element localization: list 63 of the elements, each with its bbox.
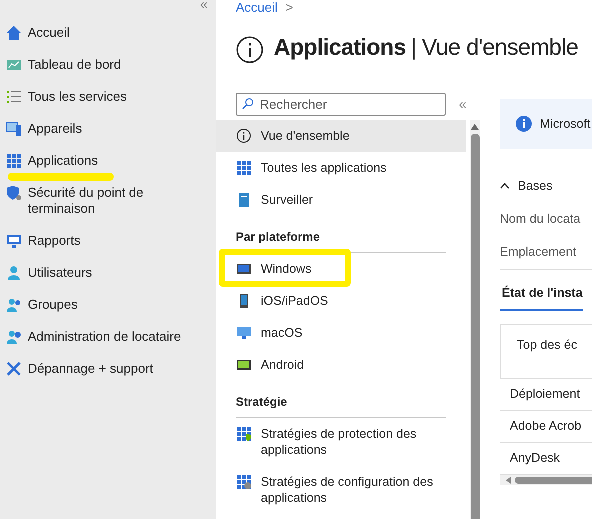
field-label: Emplacement	[500, 244, 578, 261]
title-separator: |	[411, 32, 417, 62]
sidebar-item[interactable]: Appareils	[0, 113, 216, 145]
card-title: Top des éc	[517, 338, 578, 352]
menu-item[interactable]: Stratégies de protection des applications	[216, 418, 466, 466]
person-icon	[6, 265, 22, 281]
menu-item[interactable]: Vue d'ensemble	[216, 120, 466, 152]
shield-icon	[6, 185, 22, 201]
info-icon	[236, 128, 252, 144]
scrollbar-thumb[interactable]	[515, 476, 592, 484]
sidebar-item[interactable]: Dépannage + support	[0, 353, 216, 385]
section-heading: Stratégie	[236, 393, 446, 418]
menu-item[interactable]: iOS/iPadOS	[216, 285, 466, 317]
menu-item[interactable]: Stratégies de configuration des applications	[216, 466, 466, 514]
menu-item[interactable]: Android	[216, 349, 466, 381]
table-cell-text: Adobe Acrob	[510, 418, 582, 436]
sidebar-item[interactable]: Rapports	[0, 225, 216, 257]
menu-item[interactable]: Surveiller	[216, 184, 466, 216]
sidebar-item[interactable]: Groupes	[0, 289, 216, 321]
breadcrumb-link[interactable]: Accueil	[236, 0, 278, 15]
sidebar-item[interactable]: Tableau de bord	[0, 49, 216, 81]
laptop-icon	[236, 261, 252, 277]
info-icon	[236, 36, 264, 64]
grid-icon	[236, 160, 252, 176]
laptop-icon	[236, 357, 252, 373]
menu-item[interactable]: macOS	[216, 317, 466, 349]
collapse-button[interactable]: «	[459, 94, 467, 115]
grid-shield-icon	[236, 426, 252, 442]
field-label: Nom du locata	[500, 210, 582, 228]
table-cell-text: Déploiement	[510, 386, 580, 404]
monitor-icon	[236, 325, 252, 341]
section-toggle[interactable]: Bases	[500, 177, 592, 196]
page-title: Applications	[274, 32, 406, 62]
dashboard-icon	[6, 57, 22, 73]
chevron-icon	[500, 183, 510, 190]
monitor-icon	[6, 233, 22, 249]
menu-item[interactable]: Toutes les applications	[216, 152, 466, 184]
breadcrumb-separator: >	[286, 0, 294, 15]
wrench-icon	[6, 361, 22, 377]
banner-text: Microsoft	[540, 116, 591, 133]
people-icon	[6, 297, 22, 313]
sidebar-item[interactable]: Sécurité du point de terminaison	[0, 177, 216, 225]
section-heading: Par plateforme	[236, 228, 446, 253]
sidebar-item[interactable]: Utilisateurs	[0, 257, 216, 289]
notebook-icon	[236, 192, 252, 208]
scroll-left-icon[interactable]	[506, 476, 511, 484]
home-icon	[6, 25, 22, 41]
search-icon	[242, 98, 254, 110]
tab[interactable]: État de l'insta	[500, 284, 583, 311]
devices-icon	[6, 121, 22, 137]
table-cell-text: AnyDesk	[510, 450, 560, 468]
list-icon	[6, 89, 22, 105]
sidebar-item[interactable]: Accueil	[0, 17, 216, 49]
scroll-up-icon[interactable]	[471, 124, 479, 130]
sidebar-item[interactable]: Applications	[0, 145, 216, 177]
grid-icon	[6, 153, 22, 169]
sidebar-item[interactable]: Tous les services	[0, 81, 216, 113]
search-field[interactable]: Rechercher	[236, 93, 446, 116]
menu-item[interactable]: Windows	[216, 253, 466, 285]
collapse-button[interactable]: «	[200, 0, 208, 15]
sidebar-item[interactable]: Administration de locataire	[0, 321, 216, 353]
page-subtitle: Vue d'ensemble	[422, 32, 578, 62]
info-icon	[516, 116, 532, 132]
